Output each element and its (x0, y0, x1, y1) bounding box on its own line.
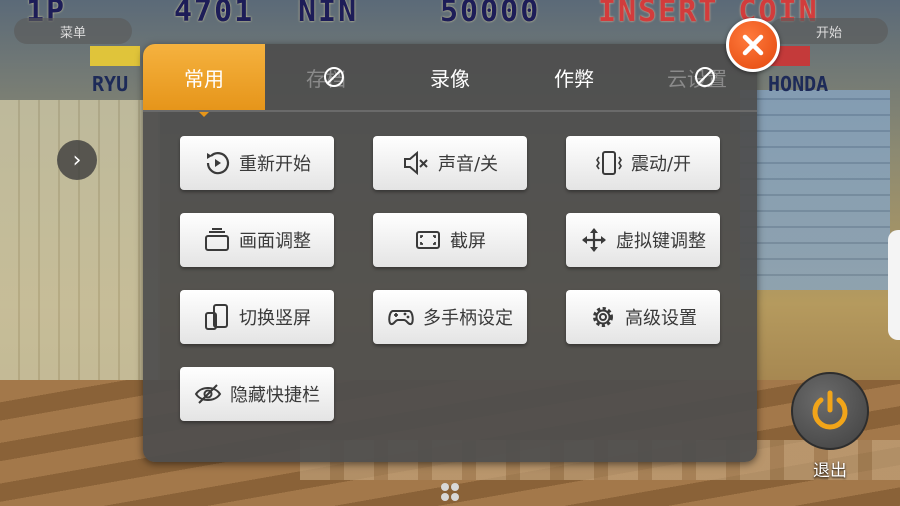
tab-cheat-label: 作弊 (554, 66, 594, 91)
screen-adjust-button[interactable]: 画面调整 (180, 213, 334, 267)
tab-recording-label: 录像 (430, 66, 470, 91)
eye-hidden-icon (194, 380, 222, 408)
vibrate-icon (595, 149, 623, 177)
advanced-settings-button[interactable]: 高级设置 (566, 290, 720, 344)
tab-divider (143, 110, 757, 112)
screenshot-icon (414, 226, 442, 254)
player1-lifebar (90, 46, 140, 66)
hide-shortcut-bar-label: 隐藏快捷栏 (230, 385, 320, 406)
sound-toggle-label: 声音/关 (437, 154, 499, 175)
tab-bar: 常用 存档 录像 作弊 云设置 (143, 44, 757, 117)
vibrate-toggle-label: 震动/开 (630, 154, 692, 175)
switch-portrait-label: 切换竖屏 (239, 308, 311, 329)
screenshot-button[interactable]: 截屏 (373, 213, 527, 267)
game-window-right (740, 90, 890, 290)
virtual-keys-adjust-button[interactable]: 虚拟键调整 (566, 213, 720, 267)
power-icon (812, 390, 848, 430)
advanced-settings-label: 高级设置 (625, 308, 697, 329)
gamepad-icon (387, 303, 415, 331)
exit-label: 退出 (813, 461, 847, 481)
gear-icon (589, 303, 617, 331)
rotate-portrait-icon (203, 303, 231, 331)
tab-recording[interactable]: 录像 (389, 44, 511, 110)
close-button[interactable] (726, 18, 780, 72)
menu-pill-button[interactable]: 菜单 (14, 18, 132, 44)
sound-toggle-button[interactable]: 声音/关 (373, 136, 527, 190)
vibrate-toggle-button[interactable]: 震动/开 (566, 136, 720, 190)
chevron-right-icon[interactable]: › (57, 140, 97, 180)
disabled-ban-icon (695, 67, 715, 87)
sound-off-icon (402, 149, 430, 177)
tab-save[interactable]: 存档 (265, 44, 387, 110)
exit-button[interactable] (791, 372, 869, 450)
switch-portrait-button[interactable]: 切换竖屏 (180, 290, 334, 344)
hide-shortcut-bar-button[interactable]: 隐藏快捷栏 (180, 367, 334, 421)
multi-gamepad-button[interactable]: 多手柄设定 (373, 290, 527, 344)
move-arrows-icon (580, 226, 608, 254)
menu-dialog: 常用 存档 录像 作弊 云设置 重新开始 声音/关 震动/开 画面调整 截屏 虚… (143, 44, 757, 462)
tab-cheat[interactable]: 作弊 (513, 44, 635, 110)
virtual-keys-adjust-label: 虚拟键调整 (616, 231, 706, 252)
player2-name: HONDA (768, 72, 829, 96)
hud-player-code: NIN (298, 0, 359, 29)
disabled-ban-icon (324, 67, 344, 87)
exit-control: 退出 (790, 372, 870, 481)
grid-dots-icon (441, 483, 459, 501)
restart-icon (203, 149, 231, 177)
restart-label: 重新开始 (239, 154, 311, 175)
menu-pill-label: 菜单 (59, 25, 86, 41)
tab-common-label: 常用 (184, 66, 224, 91)
restart-button[interactable]: 重新开始 (180, 136, 334, 190)
hud-hi-score: 50000 (440, 0, 541, 29)
player1-name: RYU (92, 72, 129, 96)
start-pill-label: 开始 (815, 25, 842, 41)
tab-common[interactable]: 常用 (143, 44, 265, 110)
screen-adjust-icon (203, 226, 231, 254)
screenshot-label: 截屏 (450, 231, 486, 252)
side-drawer-handle[interactable] (888, 230, 900, 340)
hud-player-score: 4701 (174, 0, 255, 29)
close-icon (742, 34, 764, 56)
multi-gamepad-label: 多手柄设定 (423, 308, 513, 329)
start-pill-button[interactable]: 开始 (770, 18, 888, 44)
screen-adjust-label: 画面调整 (239, 231, 311, 252)
